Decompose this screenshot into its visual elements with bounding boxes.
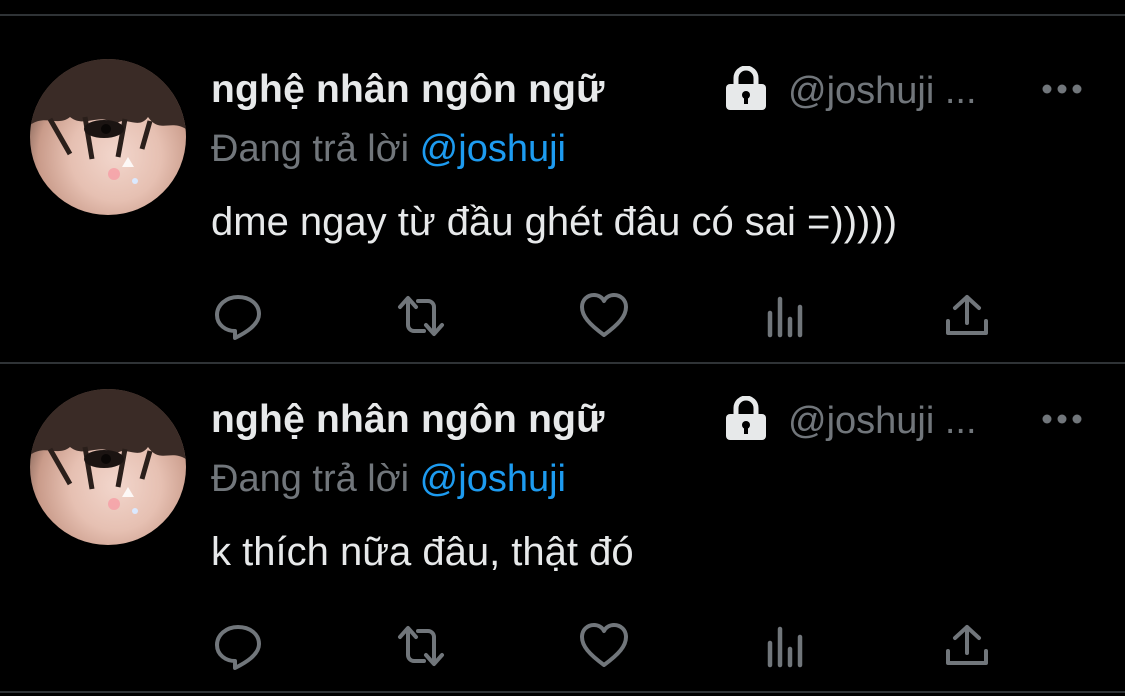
more-options-icon[interactable] [1040,74,1084,104]
reply-prefix: Đang trả lời [211,128,410,170]
like-icon[interactable] [577,619,631,673]
retweet-icon[interactable] [394,619,448,673]
tweet[interactable]: nghệ nhân ngôn ngữ @joshuji ... Đang trả… [0,0,1125,340]
lock-icon [722,395,770,442]
reply-mention-link[interactable]: @joshuji [420,458,566,500]
avatar[interactable] [30,389,186,545]
reply-icon[interactable] [211,619,265,673]
views-icon[interactable] [760,619,814,673]
author-name[interactable]: nghệ nhân ngôn ngữ [211,398,605,442]
avatar[interactable] [30,59,186,215]
avatar-image [30,59,186,184]
more-options-icon[interactable] [1040,404,1084,434]
tweet[interactable]: nghệ nhân ngôn ngữ @joshuji ... Đang trả… [0,330,1125,670]
author-handle[interactable]: @joshuji ... [788,70,977,113]
author-handle[interactable]: @joshuji ... [788,400,977,443]
reply-prefix: Đang trả lời [211,458,410,500]
reply-context: Đang trả lời @joshuji [211,458,566,501]
share-icon[interactable] [940,619,994,673]
tweet-text: dme ngay từ đầu ghét đâu có sai =))))) [211,200,898,244]
author-name[interactable]: nghệ nhân ngôn ngữ [211,68,605,112]
action-bar [0,619,1125,673]
lock-icon [722,65,770,112]
reply-context: Đang trả lời @joshuji [211,128,566,171]
bottom-divider [0,691,1125,693]
tweet-text: k thích nữa đâu, thật đó [211,530,634,574]
avatar-image [30,389,186,514]
reply-mention-link[interactable]: @joshuji [420,128,566,170]
